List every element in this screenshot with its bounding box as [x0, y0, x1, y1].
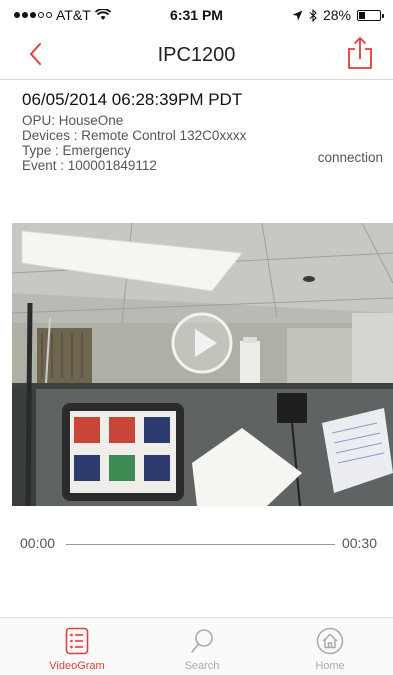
connection-label: connection — [317, 150, 383, 165]
tab-bar: VideoGram Search Home — [0, 617, 393, 675]
tab-label: Home — [315, 660, 345, 672]
event-opu: OPU: HouseOne — [22, 113, 124, 128]
nav-bar: IPC1200 — [0, 28, 393, 80]
play-icon — [171, 312, 233, 374]
tab-home[interactable]: Home — [280, 626, 380, 672]
time-end: 00:30 — [341, 535, 377, 551]
tab-videogram[interactable]: VideoGram — [27, 626, 127, 672]
location-arrow-icon — [292, 10, 303, 20]
event-devices: Devices : Remote Control 132C0xxxx — [22, 128, 247, 143]
progress-track[interactable] — [66, 544, 335, 545]
page-title: IPC1200 — [157, 44, 236, 66]
battery-percent: 28% — [322, 7, 351, 23]
status-right: 28% — [292, 7, 384, 23]
home-icon — [316, 627, 344, 655]
time-start: 00:00 — [20, 535, 56, 551]
tab-search[interactable]: Search — [152, 626, 252, 672]
status-bar: AT&T 6:31 PM 28% — [0, 0, 393, 28]
search-icon — [191, 629, 213, 653]
tab-label: Search — [184, 660, 220, 672]
tab-label: VideoGram — [49, 660, 105, 672]
share-button[interactable] — [345, 36, 375, 70]
list-icon — [65, 627, 89, 655]
play-button[interactable] — [170, 311, 234, 375]
battery-icon — [357, 9, 384, 21]
share-icon — [348, 36, 372, 69]
video-player[interactable] — [12, 223, 393, 506]
battery-fill — [359, 11, 365, 19]
bluetooth-icon — [309, 8, 317, 22]
event-datetime: 06/05/2014 06:28:39PM PDT — [22, 90, 243, 109]
